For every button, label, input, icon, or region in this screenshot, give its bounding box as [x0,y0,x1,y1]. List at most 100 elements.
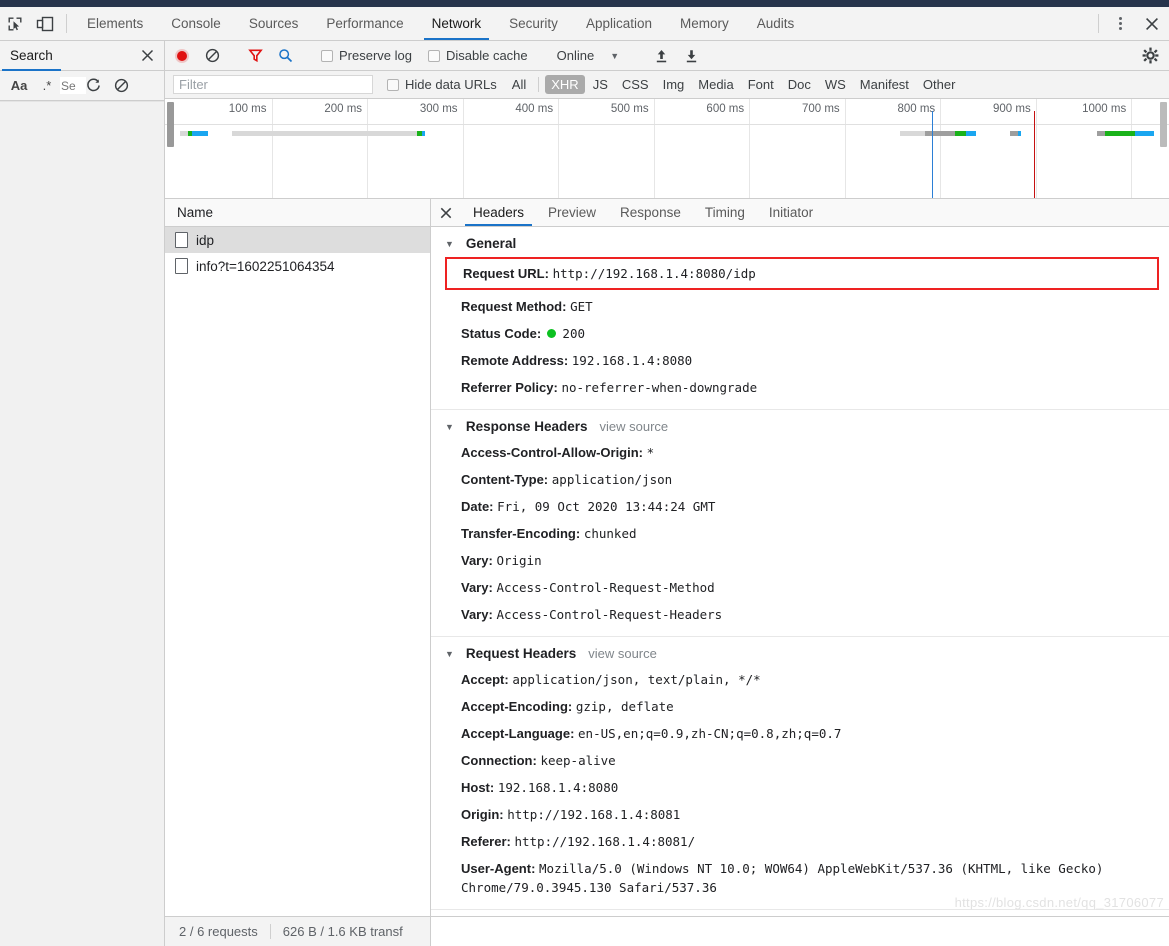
filter-type-other[interactable]: Other [917,75,962,94]
header-row-transfer-encoding: Transfer-Encoding: chunked [431,520,1169,547]
header-value: Mozilla/5.0 (Windows NT 10.0; WOW64) App… [461,861,1104,895]
disable-cache-box[interactable] [427,49,440,62]
filter-type-ws[interactable]: WS [819,75,852,94]
request-name: idp [196,232,215,248]
filter-type-js[interactable]: JS [587,75,614,94]
filter-type-css[interactable]: CSS [616,75,655,94]
overview-request-bar [1096,131,1155,136]
filter-type-manifest-label: Manifest [859,77,909,92]
hide-data-urls-box[interactable] [387,78,399,91]
tab-preview[interactable]: Preview [536,199,608,226]
tab-memory[interactable]: Memory [666,7,743,40]
header-row-content-type: Content-Type: application/json [431,466,1169,493]
tab-elements[interactable]: Elements [73,7,157,40]
tab-initiator[interactable]: Initiator [757,199,825,226]
overview-bar-segment [954,131,966,136]
filter-type-font[interactable]: Font [742,75,780,94]
header-row-connection: Connection: keep-alive [431,747,1169,774]
record-dot-icon[interactable] [167,47,197,65]
requests-split: Name idp info?t=1602251064354 2 / 6 requ… [165,199,1169,946]
filter-type-all[interactable]: All [506,75,532,94]
tab-console[interactable]: Console [157,7,235,40]
header-value: gzip, deflate [575,699,674,714]
filter-type-xhr-label: XHR [551,77,579,92]
tab-performance[interactable]: Performance [312,7,417,40]
inspect-cursor-icon[interactable] [0,7,30,40]
filter-type-media[interactable]: Media [692,75,739,94]
refresh-icon[interactable] [86,78,114,93]
header-row-user-agent: User-Agent: Mozilla/5.0 (Windows NT 10.0… [431,855,1169,901]
regex-button[interactable]: .* [34,78,60,93]
preserve-log-box[interactable] [321,49,333,62]
request-list-header[interactable]: Name [165,199,430,227]
table-row[interactable]: idp [165,227,430,253]
close-icon[interactable] [1135,7,1169,40]
gear-icon[interactable] [1133,47,1167,64]
search-tab-row: Search [0,41,164,71]
panel-tabs: Elements Console Sources Performance Net… [73,7,808,40]
overview-bar-segment [1105,131,1136,136]
table-row[interactable]: info?t=1602251064354 [165,253,430,279]
disable-cache-checkbox[interactable]: Disable cache [420,48,536,63]
tab-sources[interactable]: Sources [235,7,313,40]
overview-left-handle[interactable] [167,102,174,147]
header-value: chunked [583,526,637,541]
throttling-select[interactable]: Online [549,48,595,63]
overview-gridline [165,99,1133,198]
detail-close-icon[interactable] [431,199,461,226]
search-close-icon[interactable] [141,49,154,62]
overview-request-bar [1009,131,1022,136]
view-source-link[interactable]: view source [588,646,657,661]
chevron-down-icon[interactable]: ▼ [594,51,633,61]
header-name: Transfer-Encoding: [461,526,581,541]
tab-sources-label: Sources [248,16,299,31]
request-list-footer: 2 / 6 requests 626 B / 1.6 KB transf [165,916,430,946]
search-icon[interactable] [270,48,300,63]
tab-timing[interactable]: Timing [693,199,757,226]
header-name: Request URL: [463,266,549,281]
download-arrow-icon[interactable] [676,48,706,64]
search-input[interactable] [60,77,86,94]
header-value: application/json, text/plain, */* [512,672,761,687]
match-case-button[interactable]: Aa [4,78,34,93]
filter-type-doc[interactable]: Doc [782,75,817,94]
filter-input[interactable]: Filter [173,75,373,94]
view-source-link[interactable]: view source [599,419,668,434]
overview-bar-segment [924,131,955,136]
filter-type-xhr[interactable]: XHR [545,75,585,94]
sidebar-tab-search[interactable]: Search [0,41,63,71]
filter-type-manifest[interactable]: Manifest [854,75,915,94]
filter-type-img[interactable]: Img [657,75,691,94]
tab-application[interactable]: Application [572,7,666,40]
header-row-referer: Referer: http://192.168.1.4:8081/ [431,828,1169,855]
tab-headers-label: Headers [473,205,525,220]
hide-data-urls-checkbox[interactable]: Hide data URLs [379,77,505,92]
clear-requests-icon[interactable] [197,48,227,63]
header-name: Remote Address: [461,353,569,368]
overview-bar-segment [422,131,426,136]
upload-arrow-icon[interactable] [646,48,676,64]
funnel-filter-icon[interactable] [240,48,270,63]
tab-headers[interactable]: Headers [461,199,536,226]
tab-audits[interactable]: Audits [743,7,809,40]
header-name: Vary: [461,607,493,622]
header-value: Access-Control-Request-Method [496,580,715,595]
header-name: Accept-Encoding: [461,699,573,714]
tab-response[interactable]: Response [608,199,693,226]
section-request-headers-header[interactable]: ▼ Request Headers view source [431,643,1169,666]
filter-type-font-label: Font [747,77,774,92]
section-response-headers-header[interactable]: ▼ Response Headers view source [431,416,1169,439]
tab-application-label: Application [585,16,652,31]
disable-cache-label: Disable cache [445,48,528,63]
tab-performance-label: Performance [326,16,404,31]
tab-security[interactable]: Security [495,7,572,40]
tab-network[interactable]: Network [418,7,496,40]
header-row-vary-2: Vary: Access-Control-Request-Method [431,574,1169,601]
device-toolbar-icon[interactable] [30,7,60,40]
clear-search-icon[interactable] [114,78,142,93]
section-general-header[interactable]: ▼ General [431,233,1169,256]
preserve-log-checkbox[interactable]: Preserve log [313,48,420,63]
more-vertical-icon[interactable] [1105,7,1135,40]
network-overview-timeline[interactable]: 100 ms 200 ms 300 ms 400 ms 500 ms 600 ms 700 … [165,99,1169,199]
overview-right-handle[interactable] [1160,102,1167,147]
